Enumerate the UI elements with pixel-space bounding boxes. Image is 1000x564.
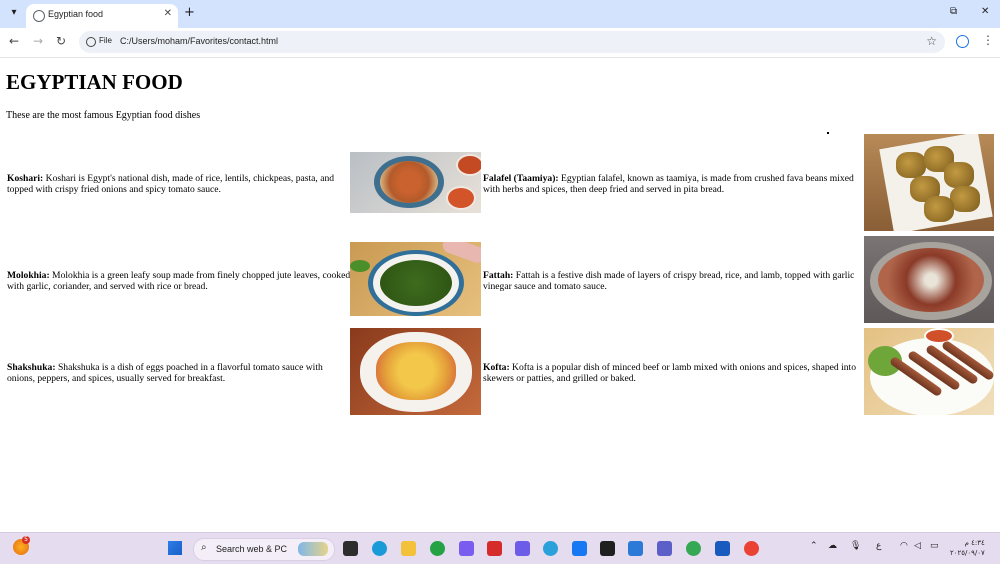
search-placeholder: Search web & PC [216,544,288,554]
new-tab-button[interactable]: + [184,5,195,20]
search-icon: ⌕ [201,542,207,553]
molokhia-image [350,242,481,316]
word-icon[interactable] [715,541,730,556]
teams-icon[interactable] [657,541,672,556]
dish-name: Koshari: [7,173,44,184]
close-window-button[interactable]: ✕ [981,6,989,17]
dish-name: Fattah: [483,270,514,281]
tab-strip: ▾ Egyptian food ✕ + ⧉ ✕ [0,0,1000,28]
taskbar-search[interactable]: ⌕ Search web & PC [193,538,335,561]
capcut-icon[interactable] [600,541,615,556]
shakshuka-image [350,328,481,415]
volume-icon[interactable]: ◁ [914,541,921,551]
facebook-icon[interactable] [572,541,587,556]
browser-tab[interactable]: Egyptian food ✕ [26,4,178,28]
whatsapp-icon[interactable] [430,541,445,556]
profile-icon[interactable] [956,35,969,48]
chrome-icon[interactable] [744,541,759,556]
cloud-icon[interactable]: ☁ [828,541,837,551]
dish-description-kofta: Kofta: Kofta is a popular dish of minced… [483,362,860,384]
tray-chevron-icon[interactable]: ⌃ [810,541,818,551]
dish-description-shakshuka: Shakshuka: Shakshuka is a dish of eggs p… [7,362,347,384]
dish-name: Falafel (Taamiya): [483,173,559,184]
dish-description-falafel: Falafel (Taamiya): Egyptian falafel, kno… [483,173,860,195]
dish-text: Molokhia is a green leafy soup made from… [7,270,351,292]
copilot-icon[interactable] [459,541,474,556]
dish-text: Koshari is Egypt's national dish, made o… [7,173,335,195]
bookmark-star-icon[interactable]: ☆ [926,34,937,48]
menu-kebab-icon[interactable]: ⋮ [982,33,994,47]
start-button[interactable] [168,541,182,555]
close-tab-icon[interactable]: ✕ [164,8,172,19]
dish-text: Fattah is a festive dish made of layers … [483,270,855,292]
dish-name: Kofta: [483,362,510,373]
store-icon[interactable] [515,541,530,556]
page-title: EGYPTIAN FOOD [6,70,183,94]
back-button[interactable]: ← [9,34,19,48]
clock-date: ٢٠٢٥/٠٩/٠٧ [950,549,985,557]
dish-description-fattah: Fattah: Fattah is a festive dish made of… [483,270,863,292]
address-bar[interactable]: File C:/Users/moham/Favorites/contact.ht… [79,31,945,53]
search-highlight-image [298,542,328,556]
dish-description-molokhia: Molokhia: Molokhia is a green leafy soup… [7,270,351,292]
koshari-image [350,152,481,213]
dish-text: Kofta is a popular dish of minced beef o… [483,362,857,384]
notification-badge: 5 [22,536,30,544]
globe-icon [33,10,45,22]
edge-icon[interactable] [372,541,387,556]
clock[interactable]: ٤:٣٤ م ٢٠٢٥/٠٩/٠٧ [950,538,985,558]
tab-title: Egyptian food [48,9,104,19]
dish-name: Molokhia: [7,270,50,281]
battery-icon[interactable]: ▭ [930,541,939,551]
fattah-image [864,236,994,323]
url-text[interactable]: C:/Users/moham/Favorites/contact.html [120,36,278,46]
vscode-icon[interactable] [628,541,643,556]
windows-taskbar: 5 ⌕ Search web & PC ⌃ ☁ 🎙 ع ◠ ◁ ▭ ٤:٣٤ م… [0,532,1000,564]
mic-icon[interactable]: 🎙 [850,541,861,551]
telegram-icon[interactable] [543,541,558,556]
language-indicator[interactable]: ع [876,541,881,551]
reload-button[interactable]: ↻ [56,34,66,48]
chrome-profile-icon[interactable] [686,541,701,556]
stray-dot [827,132,829,134]
falafel-image [864,134,994,231]
intro-text: These are the most famous Egyptian food … [6,110,201,121]
file-chip: File [99,36,112,45]
file-explorer-icon[interactable] [401,541,416,556]
browser-toolbar: ← → ↻ File C:/Users/moham/Favorites/cont… [0,28,1000,58]
dish-description-koshari: Koshari: Koshari is Egypt's national dis… [7,173,347,195]
task-view-icon[interactable] [343,541,358,556]
info-icon[interactable] [86,37,96,47]
forward-button[interactable]: → [33,34,43,48]
dish-name: Shakshuka: [7,362,56,373]
clock-time: ٤:٣٤ م [964,539,985,547]
tab-search-button[interactable]: ▾ [6,5,22,21]
mcafee-icon[interactable] [487,541,502,556]
restore-window-button[interactable]: ⧉ [950,6,957,17]
wifi-icon[interactable]: ◠ [900,541,908,551]
kofta-image [864,328,994,415]
